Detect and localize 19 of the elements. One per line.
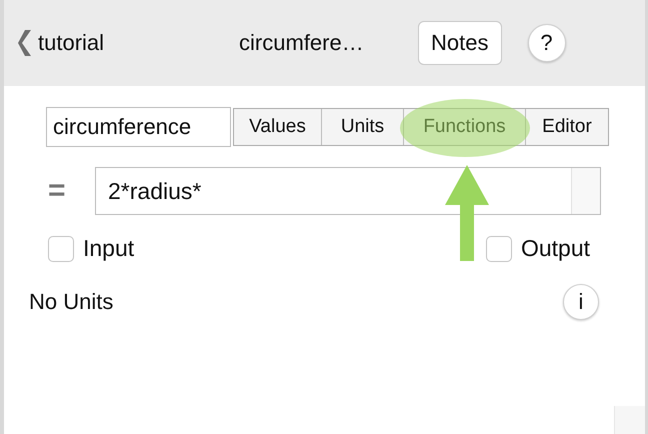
arrow-up-icon <box>445 165 489 261</box>
checkbox[interactable] <box>486 236 512 262</box>
tab[interactable]: Values <box>234 109 322 145</box>
name-field[interactable]: circumference <box>46 107 231 147</box>
chevron-left-icon <box>18 30 32 56</box>
equals-sign: = <box>48 174 67 208</box>
checkbox-label: Output <box>520 235 590 262</box>
help-button[interactable]: ? <box>528 24 566 62</box>
info-button[interactable]: i <box>563 284 599 320</box>
checkbox[interactable] <box>48 236 74 262</box>
tab[interactable]: Units <box>322 109 404 145</box>
tab[interactable]: Editor <box>526 109 608 145</box>
scrollbar[interactable] <box>614 406 645 434</box>
checkbox-label: Input <box>83 235 134 262</box>
formula-field[interactable]: 2*radius* <box>95 167 601 215</box>
notes-button[interactable]: Notes <box>418 21 502 65</box>
page-title: circumfere… <box>239 30 365 56</box>
units-label: No Units <box>29 289 114 315</box>
back-button[interactable]: tutorial <box>18 30 104 56</box>
